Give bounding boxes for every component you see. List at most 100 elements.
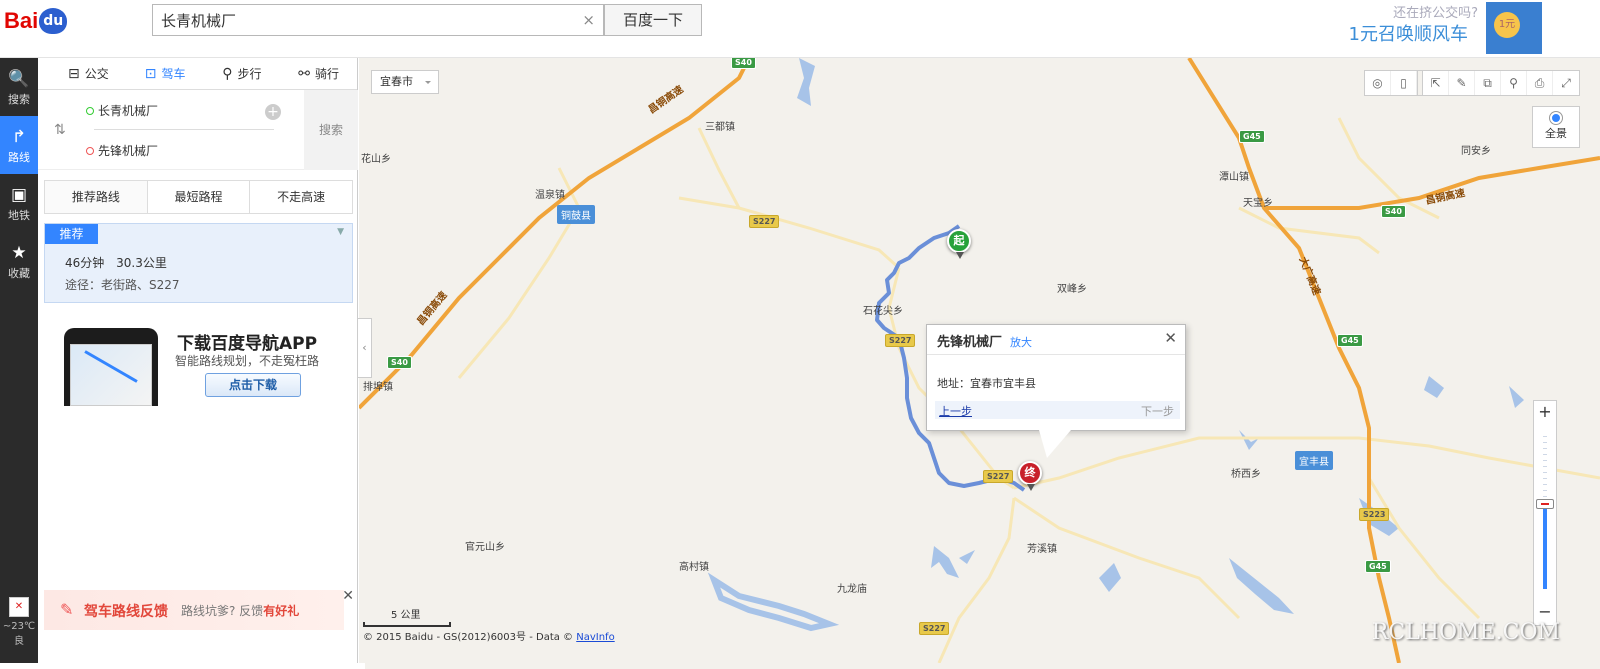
search-input[interactable] bbox=[153, 5, 563, 35]
zoom-handle[interactable] bbox=[1536, 499, 1554, 509]
close-icon[interactable]: ✕ bbox=[342, 588, 354, 604]
route-duration: 46分钟 bbox=[65, 256, 105, 270]
nav-favorites[interactable]: ★ 收藏 bbox=[0, 232, 38, 290]
highway-shield: S40 bbox=[387, 356, 412, 369]
ruler-icon[interactable]: ▯ bbox=[1391, 71, 1417, 95]
zoom-control: + − bbox=[1533, 400, 1557, 626]
end-point-field[interactable]: 先锋机械厂 bbox=[86, 142, 158, 159]
add-waypoint-icon[interactable]: + bbox=[265, 104, 281, 120]
nav-route[interactable]: ↱ 路线 bbox=[0, 116, 38, 174]
route-feedback-banner[interactable]: ✎ 驾车路线反馈 路线坑爹? 反馈有好礼 ✕ bbox=[44, 588, 354, 630]
road-shield: S227 bbox=[749, 215, 780, 228]
prev-step-link[interactable]: 上一步 bbox=[939, 403, 972, 419]
collapse-caret-icon[interactable]: ▼ bbox=[337, 227, 344, 237]
map-canvas[interactable]: 昌铜高速 昌铜高速 大广高速 昌铜高速 S40 G45 S40 G45 S40 … bbox=[359, 58, 1600, 663]
car-icon: ⊡ bbox=[144, 65, 157, 82]
fullscreen-icon[interactable]: ⤢ bbox=[1553, 71, 1579, 95]
route-form: ⇅ 长青机械厂 先锋机械厂 + 搜索 bbox=[38, 90, 358, 170]
popup-tail bbox=[1039, 430, 1071, 458]
panorama-button[interactable]: 全景 bbox=[1532, 106, 1580, 148]
next-step-link[interactable]: 下一步 bbox=[1141, 403, 1174, 419]
coin-hand-icon: 1元 bbox=[1486, 2, 1542, 54]
map-toolbar: ◎ ▯ ⇱ ✎ ⧉ ⚲ ⎙ ⤢ bbox=[1364, 70, 1580, 96]
star-icon: ★ bbox=[11, 243, 27, 263]
edit-icon[interactable]: ✎ bbox=[1449, 71, 1475, 95]
baidu-map-logo[interactable]: Baidu地图 bbox=[4, 6, 1600, 669]
place-label: 潭山镇 bbox=[1219, 172, 1249, 183]
swap-icon[interactable]: ⇅ bbox=[54, 122, 66, 138]
weather-temp: ~23℃ bbox=[2, 621, 36, 632]
tab-no-highway[interactable]: 不走高速 bbox=[250, 181, 352, 213]
feedback-text: 路线坑爹? 反馈有好礼 bbox=[181, 602, 299, 619]
place-label: 同安乡 bbox=[1461, 146, 1491, 157]
tab-bike[interactable]: ⚯ 骑行 bbox=[280, 58, 357, 89]
tab-shortest[interactable]: 最短路程 bbox=[148, 181, 251, 213]
highway-shield: S40 bbox=[1381, 205, 1406, 218]
paw-icon: du bbox=[39, 8, 68, 34]
navinfo-link[interactable]: NavInfo bbox=[576, 632, 614, 643]
county-label: 宜丰县 bbox=[1295, 451, 1333, 470]
feedback-highlight: 有好礼 bbox=[263, 604, 300, 618]
download-button[interactable]: 点击下载 bbox=[205, 373, 301, 397]
phone-illustration-icon bbox=[64, 328, 158, 406]
promo-line2: 1元召唤顺风车 bbox=[1348, 24, 1468, 45]
map-copyright: © 2015 Baidu - GS(2012)6003号 - Data © Na… bbox=[363, 628, 615, 643]
place-label: 天宝乡 bbox=[1243, 198, 1273, 209]
tab-drive[interactable]: ⊡ 驾车 bbox=[127, 58, 204, 89]
zoom-level-fill bbox=[1543, 506, 1547, 589]
weather-quality: 良 bbox=[14, 636, 24, 647]
city-selector[interactable]: 宜春市 bbox=[371, 70, 439, 94]
top-bar: Baidu地图 × 百度一下 还在挤公交吗? 1元召唤顺风车 1元 bbox=[0, 0, 1600, 669]
panorama-pin-icon bbox=[1550, 112, 1562, 124]
weather-widget[interactable]: ✕ ~23℃ 良 bbox=[0, 597, 38, 647]
zoom-in-button[interactable]: + bbox=[1534, 401, 1556, 425]
route-result[interactable]: 推荐 ▼ 46分钟 30.3公里 途径：老街路、S227 bbox=[44, 223, 353, 303]
traffic-icon[interactable]: ◎ bbox=[1365, 71, 1391, 95]
search-box: × bbox=[152, 4, 604, 36]
end-marker[interactable]: 终 bbox=[1018, 461, 1042, 491]
start-point-field[interactable]: 长青机械厂 bbox=[86, 102, 158, 119]
end-point-text: 先锋机械厂 bbox=[98, 144, 159, 158]
nav-subway[interactable]: ▣ 地铁 bbox=[0, 174, 38, 232]
search-button[interactable]: 百度一下 bbox=[604, 4, 702, 36]
scale-label: 5 公里 bbox=[391, 610, 421, 621]
bus-icon: ⊟ bbox=[68, 65, 80, 82]
share-icon[interactable]: ⇱ bbox=[1423, 71, 1449, 95]
popup-title: 先锋机械厂 bbox=[937, 335, 1003, 350]
tab-bus-label: 公交 bbox=[84, 67, 109, 81]
pin-icon[interactable]: ⚲ bbox=[1501, 71, 1527, 95]
route-icon: ↱ bbox=[11, 127, 27, 147]
scale-bar: 5 公里 bbox=[363, 606, 451, 627]
nav-app-promo: 下载百度导航APP 智能路线规划，不走冤枉路 点击下载 bbox=[44, 326, 353, 408]
bike-icon: ⚯ bbox=[298, 65, 310, 82]
popup-header: 先锋机械厂 放大 bbox=[927, 325, 1185, 355]
place-label: 九龙庙 bbox=[837, 584, 867, 595]
print-icon[interactable]: ⎙ bbox=[1527, 71, 1553, 95]
popup-address: 地址：宜春市宜丰县 bbox=[937, 377, 1036, 390]
place-label: 温泉镇 bbox=[535, 190, 565, 201]
walk-icon: ⚲ bbox=[222, 65, 233, 82]
nav-search[interactable]: 🔍 搜索 bbox=[0, 58, 38, 116]
popup-zoom-link[interactable]: 放大 bbox=[1010, 336, 1032, 349]
carpool-promo[interactable]: 还在挤公交吗? 1元召唤顺风车 1元 bbox=[1330, 0, 1600, 58]
scale-line bbox=[363, 622, 451, 627]
tab-bike-label: 骑行 bbox=[314, 67, 339, 81]
nav-subway-label: 地铁 bbox=[8, 209, 30, 222]
start-dot-icon bbox=[86, 106, 94, 115]
collapse-panel-button[interactable]: ‹ bbox=[358, 318, 372, 378]
road-shield: S223 bbox=[1359, 508, 1390, 521]
nav-favorites-label: 收藏 bbox=[8, 267, 30, 280]
route-search-button[interactable]: 搜索 bbox=[304, 90, 358, 170]
clear-icon[interactable]: × bbox=[582, 11, 595, 29]
tab-walk[interactable]: ⚲ 步行 bbox=[204, 58, 281, 89]
tab-recommended[interactable]: 推荐路线 bbox=[45, 181, 148, 213]
route-panel: ⊟ 公交 ⊡ 驾车 ⚲ 步行 ⚯ 骑行 ⇅ 长青机械厂 先锋机械厂 + 搜索 推荐路线 … bbox=[38, 58, 358, 663]
place-label: 花山乡 bbox=[361, 154, 391, 165]
tab-bus[interactable]: ⊟ 公交 bbox=[50, 58, 127, 89]
start-marker[interactable]: 起 bbox=[947, 229, 971, 259]
panorama-label: 全景 bbox=[1545, 127, 1567, 140]
broken-image-icon: ✕ bbox=[9, 597, 29, 617]
close-icon[interactable]: ✕ bbox=[1164, 329, 1177, 347]
route-stats: 46分钟 30.3公里 bbox=[65, 254, 167, 271]
screenshot-icon[interactable]: ⧉ bbox=[1475, 71, 1501, 95]
